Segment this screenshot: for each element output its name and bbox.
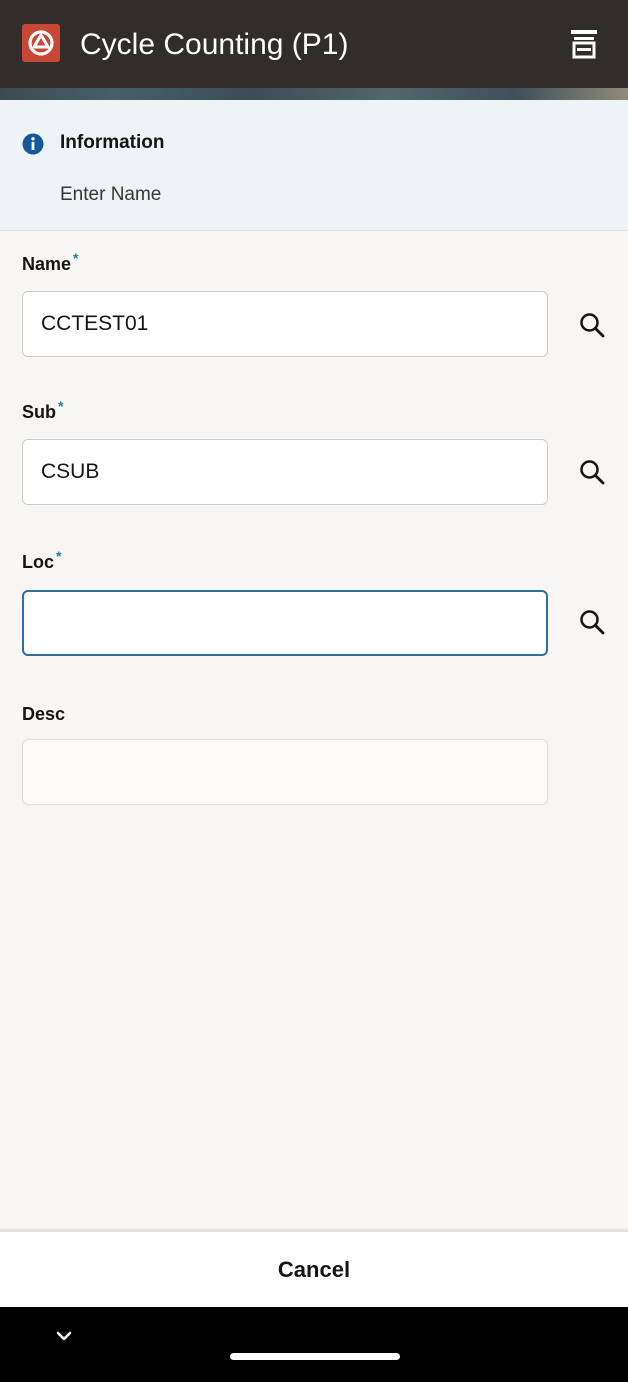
- info-icon: [22, 133, 44, 155]
- loc-label: Loc *: [22, 548, 61, 573]
- loc-input[interactable]: [22, 590, 548, 656]
- name-label: Name *: [22, 250, 78, 275]
- system-nav-bar: [0, 1307, 628, 1382]
- sub-label: Sub *: [22, 398, 63, 423]
- desc-field: [22, 739, 548, 805]
- home-indicator[interactable]: [230, 1353, 400, 1360]
- required-marker: *: [58, 398, 64, 414]
- sub-search-icon[interactable]: [572, 452, 612, 492]
- sub-input[interactable]: [22, 439, 548, 505]
- page-menu-icon[interactable]: [566, 26, 602, 62]
- info-title: Information: [60, 132, 165, 153]
- app-header: Cycle Counting (P1): [0, 0, 628, 88]
- header-decoration-band: [0, 88, 628, 100]
- name-input[interactable]: [22, 291, 548, 357]
- info-panel: Information Enter Name: [0, 100, 628, 231]
- required-marker: *: [73, 250, 79, 266]
- required-marker: *: [56, 548, 62, 564]
- cancel-button[interactable]: Cancel: [0, 1232, 628, 1307]
- footer-bar: Cancel: [0, 1229, 628, 1307]
- app-title: Cycle Counting (P1): [80, 28, 349, 61]
- loc-label-text: Loc: [22, 552, 55, 572]
- oracle-logo-icon: [22, 24, 60, 62]
- desc-label: Desc: [22, 704, 66, 724]
- info-message: Enter Name: [60, 184, 162, 205]
- name-search-icon[interactable]: [572, 305, 612, 345]
- sub-label-text: Sub: [22, 402, 56, 422]
- chevron-down-icon[interactable]: [52, 1329, 76, 1345]
- loc-search-icon[interactable]: [572, 602, 612, 642]
- name-label-text: Name: [22, 254, 72, 274]
